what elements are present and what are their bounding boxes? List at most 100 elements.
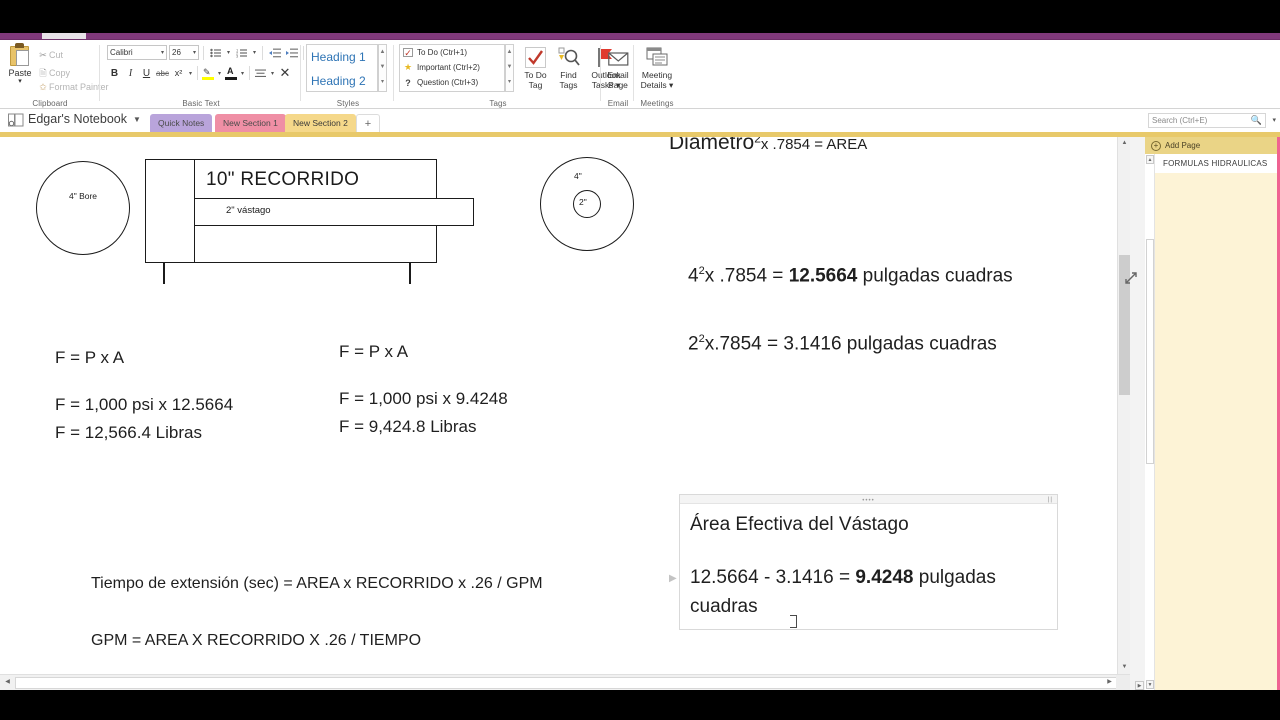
note-container-drag-bar[interactable]: •••• || (680, 495, 1057, 504)
meeting-details-button[interactable]: Meeting Details ▾ (636, 44, 678, 90)
note-calc-start: 12.5664 - 3.1416 = (690, 567, 856, 588)
outer-circle-label: 4" (574, 171, 582, 181)
scroll-more-icon[interactable]: ▾ (506, 75, 513, 90)
scroll-down-icon[interactable]: ▼ (1118, 661, 1130, 674)
copy-button[interactable]: 🗎 Copy (37, 66, 70, 82)
page-list-scrollbar[interactable]: ▲ ▼ (1145, 154, 1155, 690)
chevron-down-icon[interactable]: ▾ (269, 70, 276, 77)
scroll-down-icon[interactable]: ▼ (1146, 680, 1154, 689)
scroll-more-icon[interactable]: ▾ (379, 75, 386, 90)
resize-handle-icon[interactable]: || (1048, 497, 1053, 503)
chevron-down-icon[interactable]: ▾ (251, 49, 258, 56)
font-name-value: Calibri (110, 48, 133, 57)
ribbon-tab-strip[interactable] (0, 33, 1280, 40)
scroll-up-icon[interactable]: ▲ (1118, 137, 1130, 150)
style-heading-1[interactable]: Heading 1 (307, 45, 377, 69)
tags-gallery-scrollbar[interactable]: ▲ ▼ ▾ (505, 44, 514, 92)
note-container[interactable]: •••• || ▶ Área Efectiva del Vástago 12.5… (669, 494, 1058, 630)
area-calc-line-2: 22x.7854 = 3.1416 pulgadas cuadras (688, 325, 1068, 358)
chevron-down-icon[interactable]: ▾ (239, 70, 246, 77)
cylinder-cap-shape (145, 159, 195, 263)
tags-gallery[interactable]: ✓ To Do (Ctrl+1) ★ Important (Ctrl+2) ? … (399, 44, 505, 92)
section-tab-new-section-1[interactable]: New Section 1 (215, 114, 286, 132)
note-collapse-arrow-icon[interactable]: ▶ (669, 573, 677, 584)
area-calc-line-1: 42x .7854 = 12.5664 pulgadas cuadras (688, 257, 1048, 290)
chevron-down-icon[interactable]: ▾ (225, 49, 232, 56)
page-list-scroll-thumb[interactable] (1146, 239, 1154, 464)
calc-tail: pulgadas cuadras (857, 265, 1013, 287)
strikethrough-button[interactable]: abc (155, 65, 170, 81)
chevron-down-icon[interactable]: ▾ (1272, 116, 1276, 124)
ribbon-group-clipboard: Paste ▾ ✂ Cut 🗎 Copy ✩ Format Painter Clipb… (0, 40, 109, 109)
chevron-down-icon[interactable]: ▾ (216, 70, 223, 77)
scroll-down-icon[interactable]: ▼ (506, 60, 513, 75)
font-size-combo[interactable]: 26 ▾ (169, 45, 199, 60)
scroll-up-icon[interactable]: ▲ (506, 45, 513, 60)
search-input[interactable]: Search (Ctrl+E) 🔍 (1148, 113, 1266, 128)
page-list-item-formulas-hidraulicas[interactable]: FORMULAS HIDRAULICAS (1155, 154, 1280, 173)
tag-item-todo[interactable]: ✓ To Do (Ctrl+1) (400, 45, 504, 60)
paste-button[interactable]: Paste ▾ (6, 43, 34, 85)
area-formula-term: Diametro (669, 137, 755, 154)
add-page-button[interactable]: + Add Page (1145, 137, 1280, 154)
to-do-tag-button[interactable]: To Do Tag (519, 44, 552, 90)
italic-button[interactable]: I (123, 65, 138, 81)
page-list-corner-arrow-icon[interactable]: ▶ (1135, 681, 1144, 690)
group-separator (300, 45, 301, 101)
group-separator (393, 45, 394, 101)
tag-label: Important (Ctrl+2) (417, 63, 480, 72)
styles-gallery[interactable]: Heading 1 Heading 2 (306, 44, 378, 92)
increase-indent-button[interactable] (284, 45, 299, 60)
tag-item-question[interactable]: ? Question (Ctrl+3) (400, 75, 504, 90)
plus-icon: + (1151, 140, 1161, 151)
chevron-down-icon: ▾ (160, 50, 164, 56)
superscript-button[interactable]: x² (171, 65, 186, 81)
dimension-tick-right (409, 262, 411, 284)
add-page-label: Add Page (1165, 141, 1201, 150)
scroll-up-icon[interactable]: ▲ (1146, 155, 1154, 164)
page-item-label: FORMULAS HIDRAULICAS (1163, 159, 1268, 168)
bold-button[interactable]: B (107, 65, 122, 81)
bullet-list-button[interactable] (208, 45, 223, 60)
cut-button[interactable]: ✂ Cut (37, 50, 63, 61)
horizontal-scroll-thumb[interactable] (15, 677, 1120, 689)
numbered-list-button[interactable]: 123 (234, 45, 249, 60)
find-tags-button[interactable]: Find Tags (552, 44, 585, 90)
format-painter-button[interactable]: ✩ Format Painter (37, 82, 108, 93)
add-section-button[interactable]: + (356, 114, 380, 132)
scroll-right-icon[interactable]: ▶ (1103, 676, 1116, 689)
notebook-title[interactable]: Edgar's Notebook (28, 112, 127, 126)
text-highlight-button[interactable]: ✎ (201, 66, 215, 81)
styles-gallery-scrollbar[interactable]: ▲ ▼ ▾ (378, 44, 387, 92)
scroll-down-icon[interactable]: ▼ (379, 60, 386, 75)
canvas-vertical-scrollbar[interactable]: ▲ ▼ (1117, 137, 1130, 674)
decrease-indent-button[interactable] (267, 45, 282, 60)
copy-icon: 🗎 (39, 68, 47, 78)
scroll-left-icon[interactable]: ◀ (1, 676, 14, 689)
meeting-details-label-2: Details ▾ (640, 80, 674, 90)
chevron-down-icon[interactable]: ▼ (133, 115, 141, 124)
underline-button[interactable]: U (139, 65, 154, 81)
section-tab-quick-notes[interactable]: Quick Notes (150, 114, 213, 132)
chevron-down-icon: ▾ (192, 50, 196, 56)
font-name-combo[interactable]: Calibri ▾ (107, 45, 167, 60)
scrollbar-corner (1116, 675, 1130, 690)
canvas-horizontal-scrollbar[interactable]: ◀ ▶ (0, 674, 1130, 690)
expand-page-icon[interactable] (1124, 271, 1138, 285)
area-formula-heading: Diametro2x .7854 = AREA (669, 137, 867, 155)
chevron-down-icon[interactable]: ▾ (187, 70, 194, 77)
section-tab-new-section-2[interactable]: New Section 2 (285, 114, 356, 132)
scroll-up-icon[interactable]: ▲ (379, 45, 386, 60)
font-color-button[interactable]: A (224, 66, 238, 81)
email-page-button[interactable]: Email Page (602, 44, 634, 90)
calc-mid: x .7854 = (704, 265, 789, 287)
checkbox-icon: ✓ (403, 48, 413, 58)
align-button[interactable] (253, 66, 268, 81)
page-canvas[interactable]: 4" Bore 10" RECORRIDO 2" vástago 4" 2" D… (0, 137, 1130, 674)
divider (249, 66, 250, 80)
clear-all-formatting-button[interactable]: ✕ (277, 65, 293, 81)
style-heading-2[interactable]: Heading 2 (307, 69, 377, 93)
chevron-down-icon[interactable]: ▾ (6, 78, 34, 85)
meetings-group-label: Meetings (640, 99, 674, 108)
tag-item-important[interactable]: ★ Important (Ctrl+2) (400, 60, 504, 75)
